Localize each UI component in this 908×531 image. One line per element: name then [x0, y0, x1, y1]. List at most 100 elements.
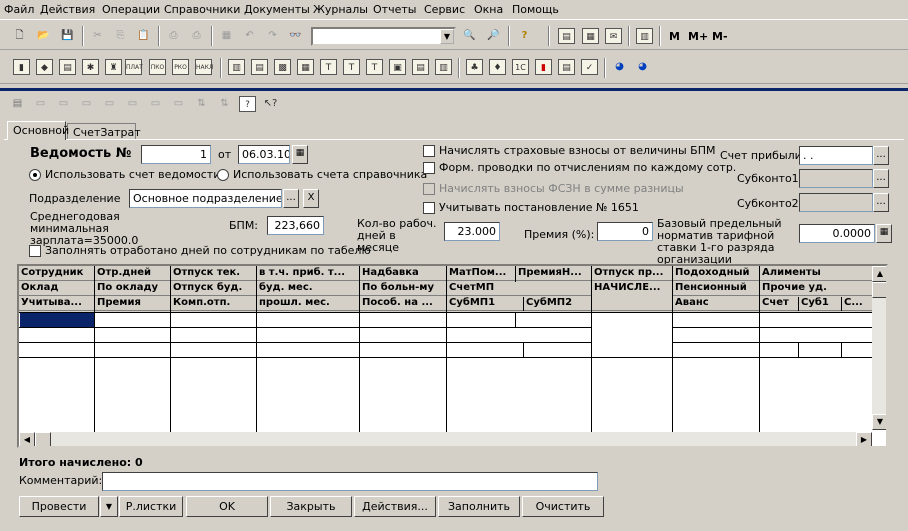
find-replace-icon[interactable]: 🔎 — [485, 28, 502, 44]
profit-account-field[interactable]: . . — [799, 146, 873, 165]
statement-number-field[interactable]: 1 — [141, 145, 211, 164]
book-icon[interactable]: ▥ — [636, 28, 653, 44]
col-comp-vacation[interactable]: Комп.отп. — [171, 297, 256, 311]
col-vacation-current[interactable]: Отпуск тек. — [171, 267, 256, 281]
constants-icon[interactable]: ✱ — [82, 59, 99, 75]
col-employee[interactable]: Сотрудник — [19, 267, 94, 281]
doc-tool-8-icon[interactable]: ▭ — [170, 96, 187, 112]
report-6-icon[interactable]: T — [343, 59, 360, 75]
1c-icon[interactable]: 1C — [512, 59, 529, 75]
col-pension[interactable]: Пенсионный — [673, 282, 759, 296]
redo-icon[interactable]: ↷ — [264, 28, 281, 44]
invoice-icon[interactable]: НАКЛ — [195, 59, 213, 75]
cut-icon[interactable]: ✂ — [89, 28, 106, 44]
scroll-left-icon[interactable]: ◀ — [19, 432, 35, 446]
col-submp1[interactable]: СубМП1 — [447, 297, 523, 311]
actions-button[interactable]: Действия... — [354, 496, 436, 517]
tool-2-icon[interactable]: ♦ — [489, 59, 506, 75]
col-income-tax[interactable]: Подоходный — [673, 267, 759, 281]
report-7-icon[interactable]: T — [366, 59, 383, 75]
post-button[interactable]: Провести — [19, 496, 99, 517]
ok-button[interactable]: OK — [186, 496, 268, 517]
radio-use-statement-account[interactable] — [29, 169, 41, 181]
col-other-deductions[interactable]: Прочие уд. — [760, 282, 872, 296]
memory-button[interactable]: M — [669, 30, 680, 43]
per-employee-postings-checkbox[interactable] — [423, 162, 435, 174]
insurance-bpm-checkbox[interactable] — [423, 145, 435, 157]
subconto1-field[interactable] — [799, 169, 873, 188]
col-bonus-n[interactable]: ПремияН... — [516, 267, 591, 281]
doc-tool-2-icon[interactable]: ▭ — [32, 96, 49, 112]
cash-receipt-icon[interactable]: ПКО — [149, 59, 166, 75]
tool-5-icon[interactable]: ✓ — [581, 59, 598, 75]
scroll-thumb[interactable] — [872, 282, 886, 298]
report-5-icon[interactable]: T — [320, 59, 337, 75]
subconto1-select-button[interactable]: ... — [873, 169, 889, 188]
memory-plus-button[interactable]: M+ — [688, 30, 708, 43]
vertical-scrollbar[interactable]: ▲ ▼ — [872, 266, 886, 430]
close-button[interactable]: Закрыть — [270, 496, 352, 517]
doc-tool-6-icon[interactable]: ▭ — [124, 96, 141, 112]
col-accrued[interactable]: НАЧИСЛЕ... — [592, 282, 672, 311]
scroll-down-icon[interactable]: ▼ — [872, 414, 886, 430]
menu-reports[interactable]: Отчеты — [373, 3, 416, 16]
col-vacation-future[interactable]: Отпуск буд. — [171, 282, 256, 296]
journal-icon[interactable]: ▤ — [59, 59, 76, 75]
find-icon[interactable]: 👓 — [287, 28, 304, 44]
scroll-up-icon[interactable]: ▲ — [872, 266, 886, 282]
doc-tool-4-icon[interactable]: ▭ — [78, 96, 95, 112]
tool-4-icon[interactable]: ▤ — [558, 59, 575, 75]
bpm-field[interactable]: 223,660 — [267, 216, 324, 235]
col-future-months[interactable]: буд. мес. — [257, 282, 359, 296]
post-dropdown-icon[interactable]: ▼ — [100, 496, 118, 517]
payment-order-icon[interactable]: ПЛАТ — [125, 59, 143, 75]
col-days-worked[interactable]: Отр.дней — [95, 267, 170, 281]
operation-icon[interactable]: ◆ — [36, 59, 53, 75]
menu-actions[interactable]: Действия — [40, 3, 95, 16]
col-incl-current[interactable]: в т.ч. приб. т... — [257, 267, 359, 281]
col-sub1[interactable]: Суб1 — [799, 297, 841, 311]
col-past-months[interactable]: прошл. мес. — [257, 297, 359, 311]
copy-icon[interactable]: ⎘ — [112, 28, 129, 44]
col-account[interactable]: Счет — [760, 297, 798, 311]
sort-asc-icon[interactable]: ⇅ — [193, 96, 210, 112]
selected-cell[interactable] — [20, 313, 94, 327]
new-document-icon[interactable]: 🗋 — [11, 28, 28, 44]
col-bonus[interactable]: Премия — [95, 297, 170, 311]
menu-service[interactable]: Сервис — [424, 3, 465, 16]
department-select-button[interactable]: ... — [283, 189, 299, 208]
paste-icon[interactable]: 📋 — [135, 28, 152, 44]
horizontal-scrollbar[interactable]: ◀ ▶ — [19, 432, 872, 446]
open-folder-icon[interactable]: 📂 — [35, 28, 52, 44]
print-icon[interactable]: ⎙ — [165, 28, 182, 44]
calculator-button-icon[interactable]: ▦ — [876, 224, 892, 243]
base-rate-field[interactable]: 0.0000 — [799, 224, 875, 243]
fill-days-checkbox[interactable] — [29, 245, 41, 257]
save-icon[interactable]: 💾 — [59, 28, 76, 44]
chevron-down-icon[interactable]: ▼ — [440, 29, 454, 44]
undo-icon[interactable]: ↶ — [241, 28, 258, 44]
calendar-button-icon[interactable]: ▦ — [292, 145, 308, 164]
question-icon[interactable]: ? — [239, 96, 256, 112]
col-vacation-next[interactable]: Отпуск пр... — [592, 267, 672, 281]
col-advance[interactable]: Аванс — [673, 297, 759, 311]
profit-account-select-button[interactable]: ... — [873, 146, 889, 165]
chart-accounts-icon[interactable]: ▮ — [13, 59, 30, 75]
menu-directories[interactable]: Справочники — [164, 3, 240, 16]
payslips-button[interactable]: Р.листки — [119, 496, 183, 517]
resolution-1651-checkbox[interactable] — [423, 202, 435, 214]
find-next-icon[interactable]: 🔍 — [461, 28, 478, 44]
cash-expense-icon[interactable]: РКО — [172, 59, 189, 75]
col-salary[interactable]: Оклад — [19, 282, 94, 296]
col-submp2[interactable]: СубМП2 — [524, 297, 591, 311]
report-2-icon[interactable]: ▤ — [251, 59, 268, 75]
report-9-icon[interactable]: ▤ — [412, 59, 429, 75]
globe-1-icon[interactable]: ◕ — [611, 59, 628, 75]
payroll-table[interactable]: Сотрудник Отр.дней Отпуск тек. в т.ч. пр… — [17, 264, 888, 448]
sort-desc-icon[interactable]: ⇅ — [216, 96, 233, 112]
print-preview-icon[interactable]: ⎙ — [188, 28, 205, 44]
radio-use-directory-accounts[interactable] — [217, 169, 229, 181]
clear-button[interactable]: Очистить — [522, 496, 604, 517]
report-10-icon[interactable]: ▥ — [435, 59, 452, 75]
help-icon[interactable]: ? — [516, 28, 533, 44]
